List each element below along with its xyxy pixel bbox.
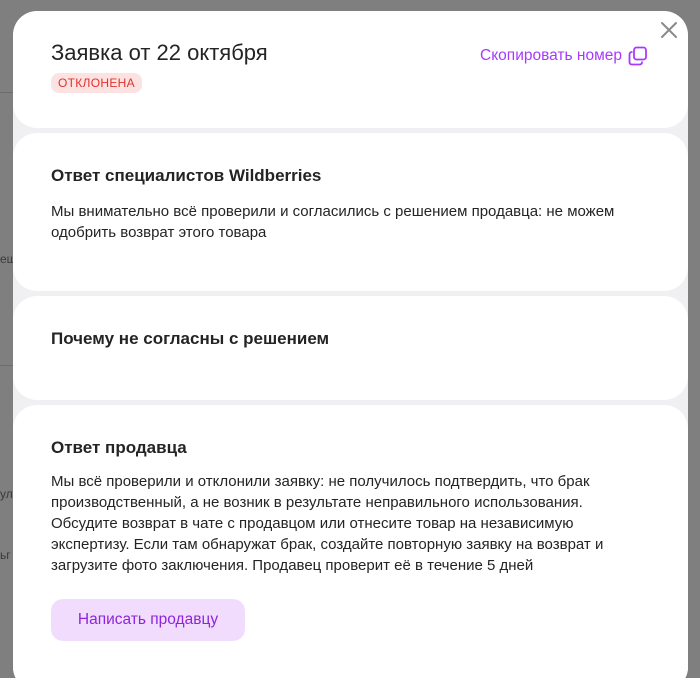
copy-number-link[interactable]: Скопировать номер xyxy=(480,46,648,66)
write-seller-button[interactable]: Написать продавцу xyxy=(51,599,245,641)
disagree-card[interactable]: Почему не согласны с решением xyxy=(13,296,688,400)
close-icon xyxy=(658,22,680,45)
specialists-answer-heading: Ответ специалистов Wildberries xyxy=(51,166,322,185)
backdrop-divider xyxy=(0,365,14,366)
specialists-answer-text: Мы внимательно всё проверили и согласили… xyxy=(51,203,615,241)
copy-icon xyxy=(628,46,648,66)
page-title: Заявка от 22 октября xyxy=(51,40,268,65)
seller-answer-heading: Ответ продавца xyxy=(51,438,187,457)
return-request-modal: Заявка от 22 октября ОТКЛОНЕНА Скопирова… xyxy=(13,11,688,678)
close-button[interactable] xyxy=(658,19,680,41)
status-badge: ОТКЛОНЕНА xyxy=(51,73,142,93)
backdrop-text: еш xyxy=(0,252,14,266)
disagree-heading: Почему не согласны с решением xyxy=(51,329,330,348)
backdrop-divider xyxy=(0,92,14,93)
backdrop-text: ьг xyxy=(0,548,11,562)
specialists-answer-card: Ответ специалистов Wildberries Мы внимат… xyxy=(13,133,688,291)
request-header-card: Заявка от 22 октября ОТКЛОНЕНА Скопирова… xyxy=(13,11,688,128)
backdrop-text: ул xyxy=(0,487,13,501)
copy-number-label: Скопировать номер xyxy=(480,47,622,64)
seller-answer-card: Ответ продавца Мы всё проверили и отклон… xyxy=(13,405,688,678)
seller-answer-text: Мы всё проверили и отклонили заявку: не … xyxy=(51,473,604,574)
